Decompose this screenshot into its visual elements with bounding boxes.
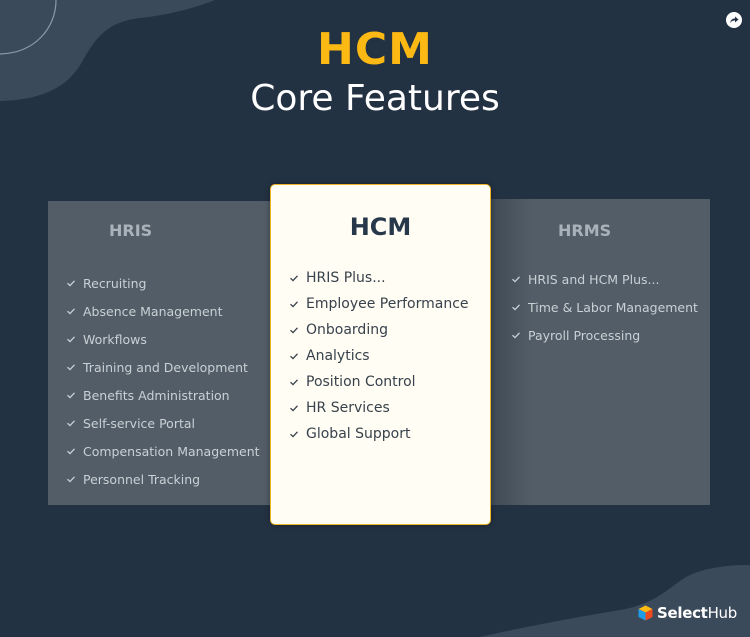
brand-name: SelectHub xyxy=(657,604,737,622)
feature-item: HRIS Plus... xyxy=(289,265,469,291)
feature-label: Recruiting xyxy=(83,275,147,291)
hcm-title: HCM xyxy=(349,213,412,241)
feature-item: Analytics xyxy=(289,343,469,369)
hrms-panel: HRMS HRIS and HCM Plus... Time & Labor Ma… xyxy=(491,199,710,505)
feature-label: Payroll Processing xyxy=(528,327,641,343)
feature-item: Self-service Portal xyxy=(66,409,260,437)
check-icon xyxy=(67,448,75,455)
feature-label: Benefits Administration xyxy=(83,387,230,403)
feature-item: Position Control xyxy=(289,369,469,395)
feature-label: Absence Management xyxy=(83,303,223,319)
feature-label: Training and Development xyxy=(83,359,248,375)
check-icon xyxy=(67,336,75,343)
check-icon xyxy=(290,301,298,308)
feature-label: Time & Labor Management xyxy=(528,299,698,315)
hris-title: HRIS xyxy=(109,221,153,240)
check-icon xyxy=(67,280,75,287)
feature-item: Time & Labor Management xyxy=(511,293,698,321)
feature-item: Compensation Management xyxy=(66,437,260,465)
feature-label: Onboarding xyxy=(306,322,388,338)
feature-item: Onboarding xyxy=(289,317,469,343)
feature-label: HRIS Plus... xyxy=(306,270,386,286)
feature-label: Employee Performance xyxy=(306,296,469,312)
check-icon xyxy=(67,420,75,427)
share-button[interactable] xyxy=(726,12,742,28)
feature-item: Benefits Administration xyxy=(66,381,260,409)
check-icon xyxy=(67,308,75,315)
check-icon xyxy=(290,353,298,360)
feature-label: Analytics xyxy=(306,348,370,364)
check-icon xyxy=(67,364,75,371)
feature-item: Workflows xyxy=(66,325,260,353)
feature-label: Self-service Portal xyxy=(83,415,195,431)
check-icon xyxy=(290,379,298,386)
page-subtitle: Core Features xyxy=(250,78,500,119)
hcm-feature-list: HRIS Plus... Employee Performance Onboardi… xyxy=(289,265,469,447)
check-icon xyxy=(290,431,298,438)
hrms-feature-list: HRIS and HCM Plus... Time & Labor Managem… xyxy=(511,265,698,349)
check-icon xyxy=(512,276,520,283)
feature-label: Workflows xyxy=(83,331,147,347)
selecthub-logo: SelectHub xyxy=(638,604,737,622)
check-icon xyxy=(290,275,298,282)
feature-item: Employee Performance xyxy=(289,291,469,317)
feature-item: Recruiting xyxy=(66,269,260,297)
feature-label: HRIS and HCM Plus... xyxy=(528,271,660,287)
check-icon xyxy=(290,327,298,334)
check-icon xyxy=(67,476,75,483)
feature-label: Global Support xyxy=(306,426,411,442)
feature-label: HR Services xyxy=(306,400,390,416)
feature-item: Payroll Processing xyxy=(511,321,698,349)
check-icon xyxy=(67,392,75,399)
share-icon xyxy=(730,16,739,23)
hcm-card: HCM HRIS Plus... Employee Performance Onbo… xyxy=(270,184,491,525)
cube-logo-icon xyxy=(638,605,653,621)
page-title: HCM xyxy=(317,24,433,75)
feature-item: Global Support xyxy=(289,421,469,447)
check-icon xyxy=(512,332,520,339)
feature-item: HR Services xyxy=(289,395,469,421)
hris-feature-list: Recruiting Absence Management Workflows Tra… xyxy=(66,269,260,493)
feature-label: Position Control xyxy=(306,374,416,390)
check-icon xyxy=(290,405,298,412)
feature-label: Personnel Tracking xyxy=(83,471,201,487)
feature-item: Personnel Tracking xyxy=(66,465,260,493)
feature-item: Absence Management xyxy=(66,297,260,325)
check-icon xyxy=(512,304,520,311)
feature-item: HRIS and HCM Plus... xyxy=(511,265,698,293)
feature-item: Training and Development xyxy=(66,353,260,381)
feature-label: Compensation Management xyxy=(83,443,260,459)
hrms-title: HRMS xyxy=(558,221,612,240)
hris-panel: HRIS Recruiting Absence Management Workflo… xyxy=(48,201,270,505)
